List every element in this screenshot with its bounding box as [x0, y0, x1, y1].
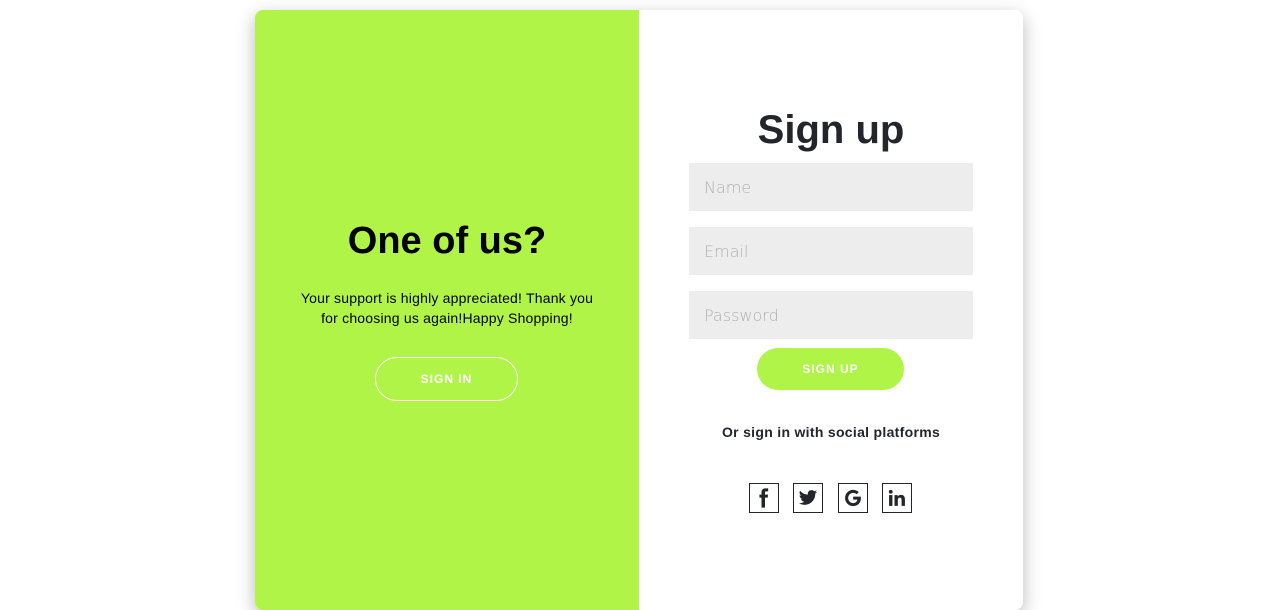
- signup-title: Sign up: [757, 108, 905, 152]
- email-input[interactable]: [689, 227, 973, 275]
- twitter-icon[interactable]: [793, 483, 823, 513]
- sign-in-button[interactable]: SIGN IN: [375, 357, 518, 401]
- password-input[interactable]: [689, 291, 973, 339]
- google-icon[interactable]: [838, 483, 868, 513]
- signup-panel: Sign up SIGN UP Or sign in with social p…: [639, 10, 1023, 610]
- linkedin-icon[interactable]: [882, 483, 912, 513]
- auth-card: One of us? Your support is highly apprec…: [255, 10, 1023, 610]
- welcome-title: One of us?: [347, 220, 547, 262]
- sign-up-button[interactable]: SIGN UP: [757, 348, 904, 390]
- facebook-icon[interactable]: [749, 483, 779, 513]
- welcome-text: Your support is highly appreciated! Than…: [300, 290, 594, 326]
- social-signin-text: Or sign in with social platforms: [721, 424, 941, 440]
- name-input[interactable]: [689, 163, 973, 211]
- welcome-panel: One of us? Your support is highly apprec…: [255, 10, 639, 610]
- social-icons-row: [749, 483, 913, 513]
